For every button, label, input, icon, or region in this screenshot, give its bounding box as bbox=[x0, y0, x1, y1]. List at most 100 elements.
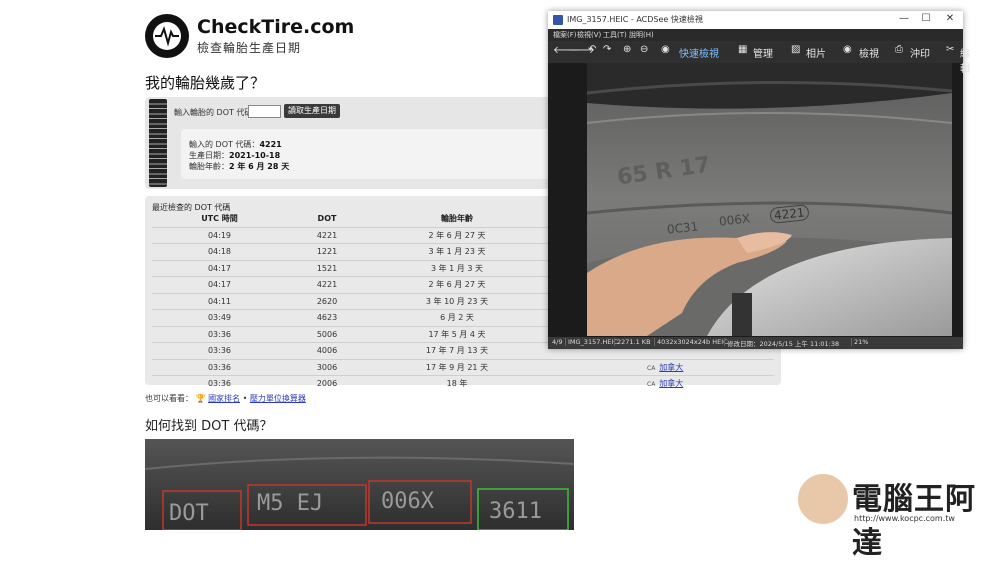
row-age: 2 年 6 月 27 天 bbox=[428, 280, 486, 289]
row-country: CA 加拿大 bbox=[647, 360, 767, 377]
table-row: 03:36 3006 17 年 9 月 21 天 CA 加拿大 bbox=[152, 358, 774, 377]
acdsee-toolbar: 🡐 🡒 ↶ ↷ ⊕ ⊖ ◉ 快速檢視 ▦ 管理 ▨ 相片 ◉ 檢視 ⎙ 沖印 ✂ bbox=[548, 41, 963, 63]
row-time: 04:11 bbox=[207, 296, 232, 306]
watermark: 電腦王阿達 http://www.kocpc.com.tw bbox=[796, 470, 996, 561]
menu-file[interactable]: 檔案(F) bbox=[553, 30, 577, 40]
menu-view[interactable]: 檢視(V) bbox=[577, 30, 601, 40]
rotate-right-icon[interactable]: ↷ bbox=[603, 44, 611, 55]
rotate-left-icon[interactable]: ↶ bbox=[588, 44, 596, 55]
row-age: 3 年 10 月 23 天 bbox=[425, 296, 489, 306]
edit-tools-icon: ✂ bbox=[946, 44, 955, 55]
status-filename: IMG_3157.HEIC bbox=[568, 338, 618, 346]
see-also: 也可以看看： 🏆 國家排名 • 壓力單位換算器 bbox=[145, 394, 306, 403]
row-dot: 2006 bbox=[316, 379, 338, 388]
how-to-find-heading: 如何找到 DOT 代碼？ bbox=[145, 419, 273, 434]
print-icon: ⎙ bbox=[895, 44, 903, 55]
menu-help[interactable]: 說明(H) bbox=[629, 30, 654, 40]
manage-tab[interactable]: 管理 bbox=[753, 45, 773, 60]
status-modified: 修改日期：2024/5/15 上午 11:01:38 bbox=[727, 340, 840, 348]
print-tab[interactable]: 沖印 bbox=[910, 45, 930, 60]
photo-code-size: 006X bbox=[381, 489, 434, 514]
acdsee-app-icon bbox=[553, 15, 563, 25]
row-age: 6 月 2 天 bbox=[440, 313, 474, 322]
row-time: 04:17 bbox=[207, 263, 232, 273]
status-index: 4/9 bbox=[552, 338, 563, 346]
close-icon[interactable]: ✕ bbox=[940, 13, 960, 24]
browser-page: CheckTire.com 檢查輪胎生產日期 我的輪胎幾歲了？ 輸入輪胎的 DO… bbox=[0, 0, 1000, 561]
quick-view-tab[interactable]: 快速檢視 bbox=[679, 45, 719, 60]
row-dot: 5006 bbox=[316, 329, 338, 339]
row-age: 17 年 9 月 21 天 bbox=[425, 362, 489, 372]
header-dot: DOT bbox=[317, 214, 337, 223]
country-code: CA bbox=[647, 381, 656, 388]
row-time: 03:36 bbox=[207, 329, 232, 339]
row-country: CA 加拿大 bbox=[647, 376, 767, 393]
row-dot: 1221 bbox=[316, 247, 338, 256]
row-time: 04:19 bbox=[207, 230, 232, 240]
tire-tread-icon bbox=[149, 99, 167, 187]
table-row: 03:36 2006 18 年 CA 加拿大 bbox=[152, 375, 774, 392]
photo-code-plant: M5 EJ bbox=[257, 491, 324, 516]
trophy-icon: 🏆 bbox=[195, 394, 206, 403]
row-age: 17 年 5 月 4 天 bbox=[428, 329, 486, 339]
header-age: 輪胎年齡 bbox=[441, 214, 473, 223]
row-age: 17 年 7 月 13 天 bbox=[425, 346, 489, 355]
country-ranking-link[interactable]: 國家排名 bbox=[208, 394, 240, 403]
row-time: 03:36 bbox=[207, 362, 232, 372]
row-dot: 4006 bbox=[316, 346, 338, 355]
row-time: 03:36 bbox=[207, 379, 232, 388]
photos-tab[interactable]: 相片 bbox=[806, 45, 826, 60]
site-title[interactable]: CheckTire.com bbox=[197, 16, 354, 38]
row-time: 03:36 bbox=[207, 346, 232, 355]
minimize-icon[interactable]: — bbox=[894, 13, 914, 24]
row-dot: 4221 bbox=[316, 280, 338, 289]
grid-icon: ▦ bbox=[738, 44, 748, 55]
country-link[interactable]: 加拿大 bbox=[659, 379, 683, 388]
row-dot: 4623 bbox=[316, 313, 338, 322]
row-dot: 1521 bbox=[316, 263, 338, 273]
menu-tools[interactable]: 工具(T) bbox=[603, 30, 627, 40]
row-age: 2 年 6 月 27 天 bbox=[428, 230, 486, 240]
view-eye-icon: ◉ bbox=[843, 44, 852, 55]
eye-icon: ◉ bbox=[661, 44, 670, 55]
acdsee-menubar: 檔案(F) 檢視(V) 工具(T) 說明(H) bbox=[548, 29, 963, 41]
header-time: UTC 時間 bbox=[201, 214, 238, 223]
row-dot: 3006 bbox=[316, 362, 338, 372]
dot-example-photo: DOT M5 EJ 006X 3611 bbox=[145, 439, 574, 530]
watermark-avatar-icon bbox=[796, 472, 850, 526]
status-dimensions: 4032x3024x24b HEIC bbox=[657, 338, 728, 346]
row-time: 04:18 bbox=[207, 247, 232, 256]
row-age: 3 年 1 月 23 天 bbox=[428, 247, 486, 256]
row-dot: 4221 bbox=[316, 230, 338, 240]
acdsee-statusbar: 4/9 IMG_3157.HEIC 2271.1 KB 4032x3024x24… bbox=[548, 337, 963, 349]
row-time: 03:49 bbox=[207, 313, 232, 322]
zoom-in-icon[interactable]: ⊕ bbox=[623, 44, 631, 55]
acdsee-titlebar[interactable]: IMG_3157.HEIC - ACDSee 快速檢視 — ☐ ✕ bbox=[548, 11, 963, 29]
dot-input-label: 輸入輪胎的 DOT 代碼 bbox=[174, 108, 253, 117]
photo-code-date: 3611 bbox=[489, 499, 542, 524]
site-subtitle: 檢查輪胎生產日期 bbox=[197, 41, 302, 55]
zoom-out-icon[interactable]: ⊖ bbox=[640, 44, 648, 55]
view-tab[interactable]: 檢視 bbox=[859, 45, 879, 60]
result-dot: 輸入的 DOT 代碼：4221 bbox=[189, 140, 282, 149]
watermark-url: http://www.kocpc.com.tw bbox=[854, 514, 955, 523]
photo-code-dot: DOT bbox=[169, 501, 209, 526]
dot-code-input[interactable] bbox=[248, 105, 281, 118]
photo-icon: ▨ bbox=[791, 44, 801, 55]
pressure-converter-link[interactable]: 壓力單位換算器 bbox=[250, 394, 306, 403]
country-link[interactable]: 加拿大 bbox=[659, 363, 683, 372]
country-code: CA bbox=[647, 364, 656, 372]
edit-tab[interactable]: 編輯 bbox=[960, 45, 970, 75]
image-viewer[interactable]: 65 R 17 0C31 006X 4221 bbox=[587, 63, 952, 336]
window-title: IMG_3157.HEIC - ACDSee 快速檢視 bbox=[567, 15, 703, 24]
maximize-icon[interactable]: ☐ bbox=[916, 13, 936, 24]
row-age: 3 年 1 月 3 天 bbox=[431, 263, 483, 273]
checktire-logo-icon[interactable] bbox=[145, 14, 189, 58]
read-date-button[interactable]: 讀取生產日期 bbox=[284, 104, 340, 118]
row-time: 04:17 bbox=[207, 280, 232, 289]
status-zoom: 21% bbox=[854, 338, 869, 346]
acdsee-window[interactable]: IMG_3157.HEIC - ACDSee 快速檢視 — ☐ ✕ 檔案(F) … bbox=[548, 11, 970, 349]
status-filesize: 2271.1 KB bbox=[617, 338, 651, 346]
row-age: 18 年 bbox=[446, 379, 468, 388]
result-date: 生產日期：2021-10-18 bbox=[189, 151, 281, 160]
